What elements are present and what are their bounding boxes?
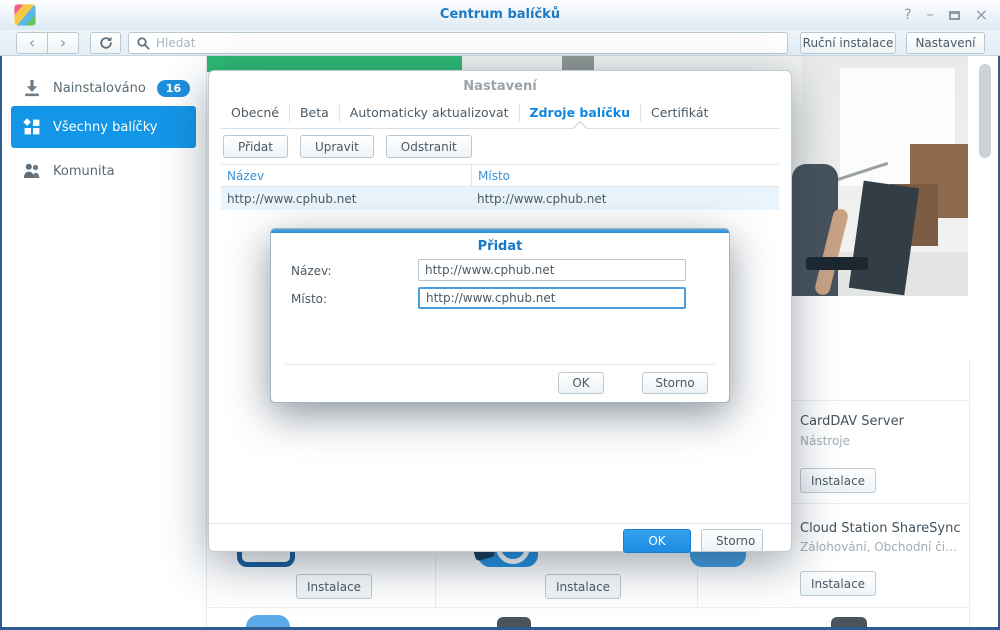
download-icon (22, 78, 42, 98)
settings-tabs: Obecné Beta Automaticky aktualizovat Zdr… (221, 98, 779, 129)
settings-ok-button[interactable]: OK (623, 529, 691, 553)
chevron-left-icon: ‹ (29, 33, 35, 52)
close-icon[interactable]: × (975, 7, 988, 23)
install-button[interactable]: Instalace (800, 468, 876, 493)
sidebar-item-installed[interactable]: Nainstalováno 16 (11, 73, 196, 103)
footer-divider (285, 364, 715, 365)
install-button[interactable]: Instalace (296, 574, 372, 599)
window-title: Centrum balíčků (0, 0, 1000, 30)
name-field-label: Název: (291, 264, 332, 278)
sidebar-item-all-packages[interactable]: Všechny balíčky (11, 106, 196, 148)
table-header: Název Místo (221, 164, 779, 187)
cell-source-name: http://www.cphub.net (221, 192, 471, 206)
add-ok-button[interactable]: OK (558, 372, 604, 394)
add-source-button[interactable]: Přidat (223, 135, 288, 158)
search-box (128, 32, 788, 54)
refresh-icon (98, 35, 114, 51)
maximize-icon[interactable] (949, 11, 960, 20)
window-border (0, 56, 2, 630)
photo-shape (562, 56, 594, 70)
column-header-location[interactable]: Místo (471, 165, 779, 186)
sidebar-item-label: Komunita (53, 164, 115, 179)
toolbar: ‹ › Ruční instalace Nastavení (0, 30, 1000, 56)
add-source-dialog: Přidat Název: Místo: OK Storno (270, 228, 730, 403)
package-name[interactable]: CardDAV Server (800, 414, 904, 429)
edit-source-button[interactable]: Upravit (300, 135, 374, 158)
settings-cancel-button[interactable]: Storno (701, 529, 763, 552)
grid-icon (22, 117, 42, 137)
photo-laptop (806, 257, 868, 270)
forward-button[interactable]: › (47, 32, 79, 54)
column-header-name[interactable]: Název (221, 169, 471, 183)
minimize-icon[interactable]: – (927, 8, 934, 22)
sidebar-item-label: Všechny balíčky (53, 120, 157, 135)
dialog-accent-bar (271, 229, 729, 233)
people-icon (22, 161, 42, 181)
column-divider (969, 360, 970, 627)
sidebar: Nainstalováno 16 Všechny balíčky Komunit… (0, 56, 207, 627)
footer-divider (209, 523, 791, 524)
package-category: Zálohování, Obchodní či… (800, 540, 957, 554)
delete-source-button[interactable]: Odstranit (386, 135, 472, 158)
window-controls: ? – × (904, 0, 988, 30)
search-input[interactable] (156, 34, 787, 52)
refresh-button[interactable] (90, 32, 121, 54)
row-divider (793, 503, 969, 504)
settings-dialog-title: Nastavení (209, 79, 791, 94)
tab-general[interactable]: Obecné (221, 104, 289, 122)
back-button[interactable]: ‹ (16, 32, 48, 54)
tab-beta[interactable]: Beta (289, 104, 339, 122)
package-category: Nástroje (800, 434, 850, 448)
help-icon[interactable]: ? (904, 8, 911, 22)
package-name[interactable]: Cloud Station ShareSync (800, 521, 960, 536)
vertical-scrollbar-thumb[interactable] (979, 64, 991, 158)
install-button[interactable]: Instalace (800, 571, 876, 596)
sidebar-item-community[interactable]: Komunita (11, 156, 196, 186)
tab-auto-update[interactable]: Automaticky aktualizovat (339, 104, 519, 122)
tab-package-sources[interactable]: Zdroje balíčku (519, 104, 640, 122)
location-field[interactable] (418, 287, 686, 309)
source-actions: Přidat Upravit Odstranit (223, 135, 472, 158)
sources-table: Název Místo http://www.cphub.net http://… (221, 164, 779, 210)
add-dialog-title: Přidat (271, 239, 729, 254)
add-cancel-button[interactable]: Storno (642, 372, 708, 394)
column-divider (435, 556, 436, 607)
install-button[interactable]: Instalace (545, 574, 621, 599)
search-icon (136, 36, 151, 51)
chevron-right-icon: › (60, 33, 66, 52)
package-center-window: Centrum balíčků ? – × ‹ › Ru (0, 0, 1000, 630)
sidebar-item-label: Nainstalováno (53, 81, 146, 96)
name-field[interactable] (418, 259, 686, 281)
titlebar: Centrum balíčků ? – × (0, 0, 1000, 30)
cell-source-location: http://www.cphub.net (471, 192, 779, 206)
location-field-label: Místo: (291, 292, 327, 306)
installed-count-badge: 16 (157, 80, 190, 97)
row-divider (207, 607, 969, 608)
table-row[interactable]: http://www.cphub.net http://www.cphub.ne… (221, 187, 779, 210)
tab-certificate[interactable]: Certifikát (640, 104, 718, 122)
manual-install-button[interactable]: Ruční instalace (800, 32, 896, 54)
settings-button[interactable]: Nastavení (906, 32, 985, 54)
row-divider (793, 400, 969, 401)
